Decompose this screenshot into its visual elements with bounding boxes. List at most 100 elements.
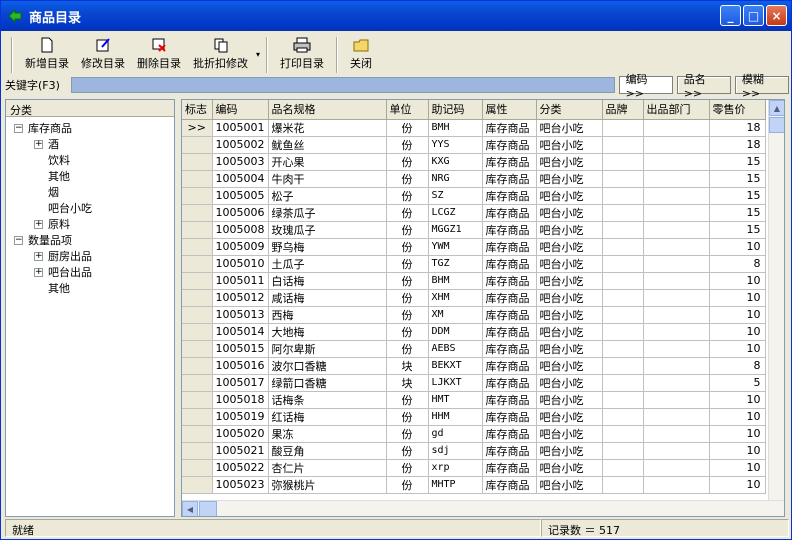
- table-row[interactable]: 1005019 红话梅份 HHM 库存商品 吧台小吃 10: [182, 408, 766, 426]
- new-catalog-button[interactable]: 新增目录: [19, 35, 75, 73]
- table-row[interactable]: 1005015 阿尔卑斯份 AEBS 库存商品 吧台小吃 10: [182, 340, 766, 358]
- column-header[interactable]: 编码: [212, 100, 269, 120]
- table-cell: [602, 221, 644, 239]
- expand-toggle-icon[interactable]: −: [14, 235, 23, 245]
- table-row[interactable]: 1005020 果冻份 gd 库存商品 吧台小吃 10: [182, 425, 766, 443]
- tree-node[interactable]: 饮料: [34, 152, 70, 168]
- table-cell: [182, 391, 213, 409]
- tree-node[interactable]: 其他: [34, 280, 70, 296]
- table-row[interactable]: 1005005 松子份 SZ 库存商品 吧台小吃 15: [182, 187, 766, 205]
- table-row[interactable]: 1005017 绿箭口香糖块 LJKXT 库存商品 吧台小吃 5: [182, 374, 766, 392]
- column-header[interactable]: 品名规格: [268, 100, 387, 120]
- scroll-left-arrow-icon[interactable]: ◀: [182, 501, 198, 516]
- fuzzy-search-button[interactable]: 模糊>>: [734, 73, 789, 100]
- search-by-name-button[interactable]: 品名>>: [676, 73, 731, 100]
- table-cell: BEKXT: [428, 357, 483, 375]
- batch-discount-button[interactable]: 批折扣修改: [187, 35, 254, 73]
- column-header[interactable]: 分类: [536, 100, 603, 120]
- table-cell: 15: [709, 221, 766, 239]
- column-header[interactable]: 出品部门: [643, 100, 710, 120]
- category-tree[interactable]: 分类 − 库存商品 + 酒饮料 其他烟吧台小吃 + 原料 − 数量品项 + 厨房出品 + 吧台出品 其他: [5, 99, 175, 517]
- table-row[interactable]: 1005004 牛肉干份 NRG 库存商品 吧台小吃 15: [182, 170, 766, 188]
- table-cell: [182, 255, 213, 273]
- table-cell: [602, 255, 644, 273]
- table-cell: [643, 204, 710, 222]
- horizontal-scroll-thumb[interactable]: [199, 501, 217, 516]
- vertical-scrollbar[interactable]: ▲: [768, 100, 784, 500]
- delete-catalog-button[interactable]: 删除目录: [131, 35, 187, 73]
- maximize-button[interactable]: □: [743, 5, 764, 26]
- edit-icon: [96, 38, 110, 52]
- table-cell: 份: [386, 289, 429, 307]
- column-header[interactable]: 助记码: [428, 100, 483, 120]
- print-catalog-button[interactable]: 打印目录: [274, 35, 330, 73]
- title-bar: 商品目录 _ □ ×: [1, 1, 791, 31]
- batch-discount-label: 批折扣修改: [193, 57, 248, 70]
- table-cell: 吧台小吃: [536, 425, 603, 443]
- column-header[interactable]: 品牌: [602, 100, 644, 120]
- table-cell: 1005021: [212, 442, 269, 460]
- expand-toggle-icon[interactable]: +: [34, 219, 43, 229]
- table-cell: 库存商品: [482, 136, 537, 154]
- table-row[interactable]: 1005022 杏仁片份 xrp 库存商品 吧台小吃 10: [182, 459, 766, 477]
- table-row[interactable]: 1005012 咸话梅份 XHM 库存商品 吧台小吃 10: [182, 289, 766, 307]
- table-cell: 库存商品: [482, 306, 537, 324]
- table-cell: 鱿鱼丝: [268, 136, 387, 154]
- keyword-input[interactable]: [70, 77, 615, 93]
- table-cell: 1005009: [212, 238, 269, 256]
- tree-node[interactable]: + 酒: [34, 136, 59, 152]
- table-cell: 份: [386, 340, 429, 358]
- expand-toggle-icon[interactable]: +: [34, 139, 43, 149]
- table-row[interactable]: 1005013 西梅份 XM 库存商品 吧台小吃 10: [182, 306, 766, 324]
- horizontal-scrollbar[interactable]: ◀: [182, 500, 784, 516]
- close-button[interactable]: 关闭: [344, 35, 378, 73]
- table-row[interactable]: 1005023 弥猴桃片份 MHTP 库存商品 吧台小吃 10: [182, 476, 766, 494]
- edit-catalog-button[interactable]: 修改目录: [75, 35, 131, 73]
- scroll-up-arrow-icon[interactable]: ▲: [769, 100, 784, 116]
- table-cell: 1005023: [212, 476, 269, 494]
- search-by-code-button[interactable]: 编码>>: [618, 73, 673, 100]
- table-cell: 吧台小吃: [536, 255, 603, 273]
- table-cell: [643, 425, 710, 443]
- product-grid[interactable]: 标志 编码 品名规格 单位 助记码 属性 分类 品牌 出品部门 零售价 >> 1005001 爆米花份…: [181, 99, 785, 517]
- table-row[interactable]: 1005014 大地梅份 DDM 库存商品 吧台小吃 10: [182, 323, 766, 341]
- table-cell: 18: [709, 136, 766, 154]
- expand-toggle-icon[interactable]: −: [14, 123, 23, 133]
- table-cell: 份: [386, 442, 429, 460]
- close-window-button[interactable]: ×: [766, 5, 787, 26]
- table-cell: 10: [709, 323, 766, 341]
- table-cell: 18: [709, 119, 766, 137]
- tree-node[interactable]: − 数量品项: [14, 232, 72, 248]
- minimize-button[interactable]: _: [720, 5, 741, 26]
- table-row[interactable]: 1005011 白话梅份 BHM 库存商品 吧台小吃 10: [182, 272, 766, 290]
- printer-icon: [293, 37, 311, 53]
- column-header[interactable]: 属性: [482, 100, 537, 120]
- vertical-scroll-thumb[interactable]: [769, 117, 784, 133]
- table-row[interactable]: 1005021 酸豆角份 sdj 库存商品 吧台小吃 10: [182, 442, 766, 460]
- table-row[interactable]: 1005008 玫瑰瓜子份 MGGZ1 库存商品 吧台小吃 15: [182, 221, 766, 239]
- table-row[interactable]: 1005002 鱿鱼丝份 YYS 库存商品 吧台小吃 18: [182, 136, 766, 154]
- tree-node[interactable]: + 吧台出品: [34, 264, 92, 280]
- table-cell: 1005006: [212, 204, 269, 222]
- table-row[interactable]: >> 1005001 爆米花份 BMH 库存商品 吧台小吃 18: [182, 119, 766, 137]
- tree-node[interactable]: 烟: [34, 184, 59, 200]
- table-row[interactable]: 1005018 话梅条份 HMT 库存商品 吧台小吃 10: [182, 391, 766, 409]
- tree-node[interactable]: + 原料: [34, 216, 70, 232]
- column-header[interactable]: 标志: [182, 100, 213, 120]
- table-row[interactable]: 1005006 绿茶瓜子份 LCGZ 库存商品 吧台小吃 15: [182, 204, 766, 222]
- table-row[interactable]: 1005016 波尔口香糖块 BEKXT 库存商品 吧台小吃 8: [182, 357, 766, 375]
- column-header[interactable]: 零售价: [709, 100, 766, 120]
- table-row[interactable]: 1005003 开心果份 KXG 库存商品 吧台小吃 15: [182, 153, 766, 171]
- expand-toggle-icon[interactable]: +: [34, 251, 43, 261]
- tree-node[interactable]: 吧台小吃: [34, 200, 92, 216]
- expand-toggle-icon[interactable]: +: [34, 267, 43, 277]
- table-row[interactable]: 1005009 野乌梅份 YWM 库存商品 吧台小吃 10: [182, 238, 766, 256]
- tree-node[interactable]: 其他: [34, 168, 70, 184]
- discount-dropdown-arrow[interactable]: ▾: [256, 50, 260, 59]
- table-cell: [602, 187, 644, 205]
- tree-node[interactable]: − 库存商品: [14, 120, 72, 136]
- table-cell: [643, 170, 710, 188]
- column-header[interactable]: 单位: [386, 100, 429, 120]
- table-row[interactable]: 1005010 土瓜子份 TGZ 库存商品 吧台小吃 8: [182, 255, 766, 273]
- tree-node[interactable]: + 厨房出品: [34, 248, 92, 264]
